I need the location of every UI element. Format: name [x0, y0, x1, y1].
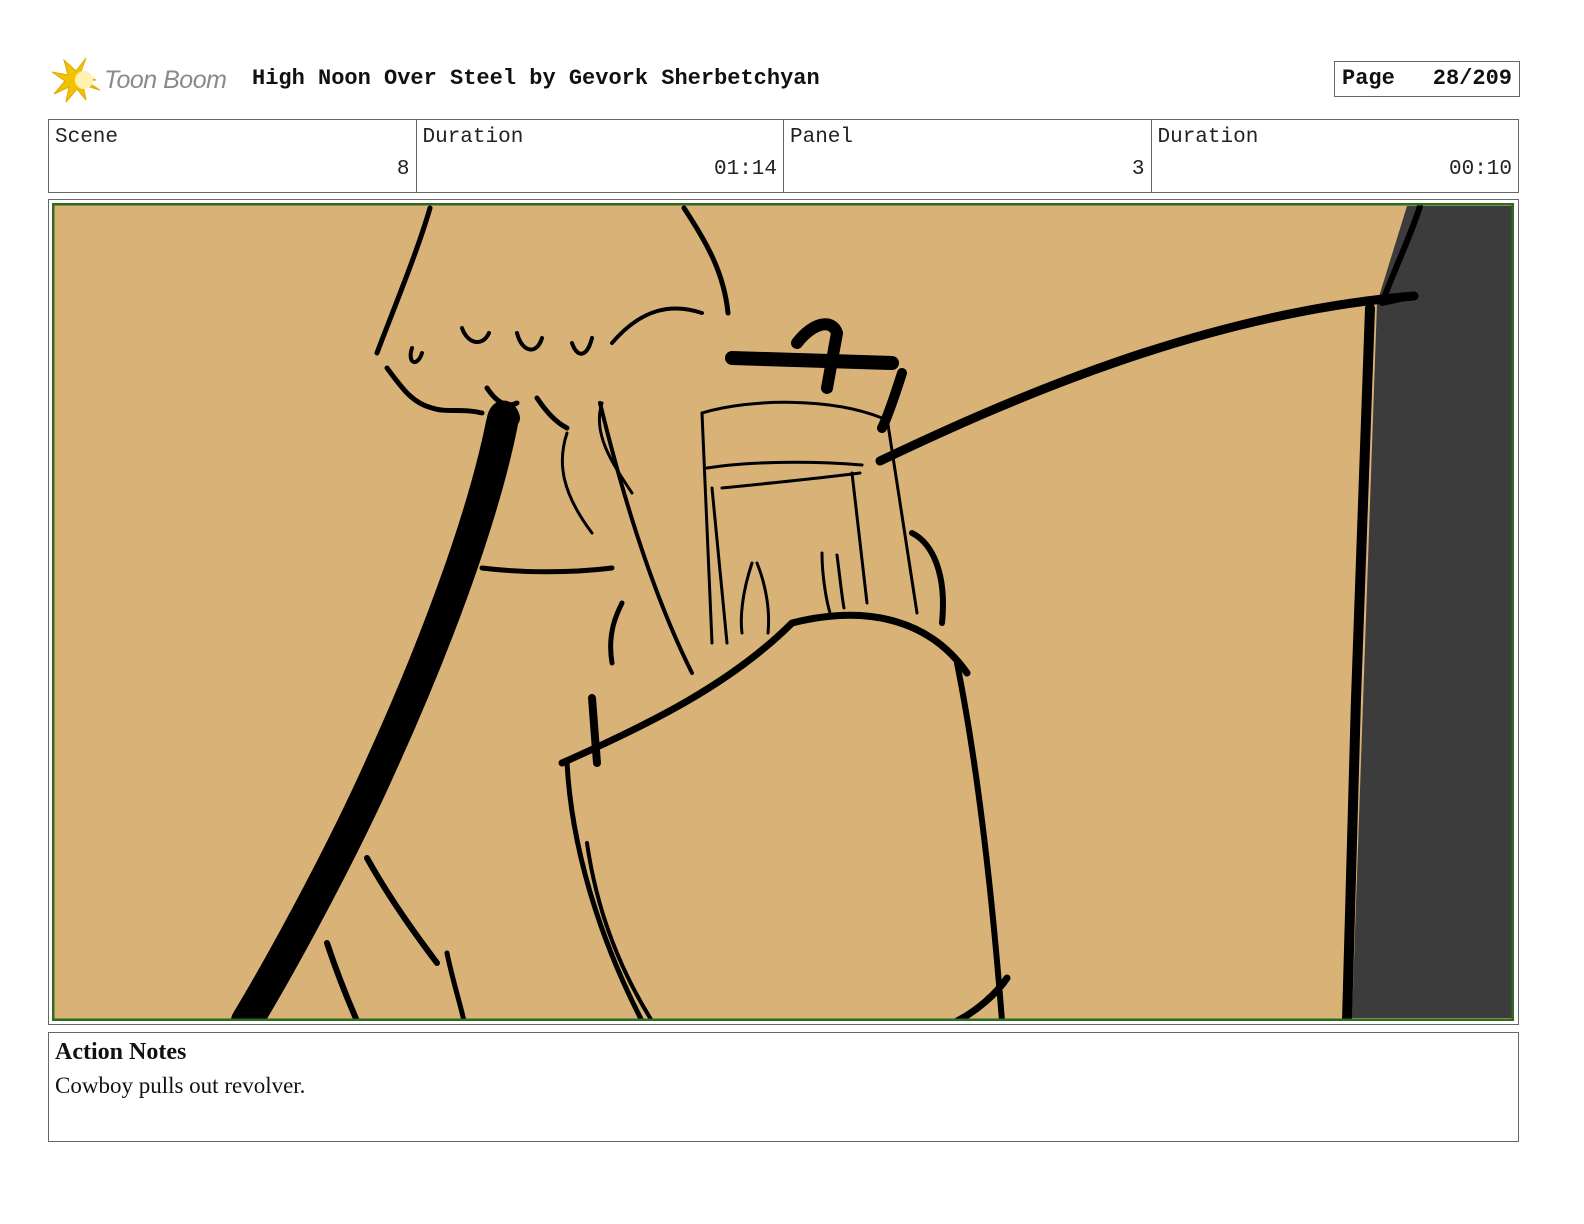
page-indicator: Page 28/209: [1334, 61, 1520, 97]
scene-info-table: Scene 8 Duration 01:14 Panel 3 Duration …: [48, 119, 1519, 193]
scene-duration-cell: Duration 01:14: [417, 120, 784, 192]
page-label: Page: [1342, 66, 1395, 91]
scene-label: Scene: [55, 126, 119, 149]
toon-boom-logo: Toon Boom: [50, 56, 240, 104]
page-number: 28/209: [1432, 66, 1512, 91]
panel-drawing: [52, 203, 1514, 1021]
action-notes-title: Action Notes: [55, 1039, 187, 1065]
panel-duration-label: Duration: [1157, 126, 1259, 149]
scene-value: 8: [396, 158, 410, 181]
logo-wordmark: Toon Boom: [104, 66, 227, 94]
scene-cell: Scene 8: [49, 120, 417, 192]
panel-cell: Panel 3: [784, 120, 1152, 192]
panel-value: 3: [1131, 158, 1145, 181]
action-notes-text: Cowboy pulls out revolver.: [55, 1073, 306, 1098]
scene-duration-label: Duration: [422, 126, 524, 149]
star-burst-icon: [51, 57, 101, 103]
panel-duration-value: 00:10: [1448, 158, 1512, 181]
panel-duration-cell: Duration 00:10: [1152, 120, 1519, 192]
action-notes: Action Notes Cowboy pulls out revolver.: [48, 1032, 1519, 1142]
storyboard-panel: [52, 203, 1514, 1021]
page-header: Toon Boom High Noon Over Steel by Gevork…: [50, 56, 1520, 104]
scene-duration-value: 01:14: [713, 158, 777, 181]
panel-background: [52, 203, 1514, 1021]
panel-label: Panel: [790, 126, 854, 149]
document-title: High Noon Over Steel by Gevork Sherbetch…: [252, 66, 820, 91]
